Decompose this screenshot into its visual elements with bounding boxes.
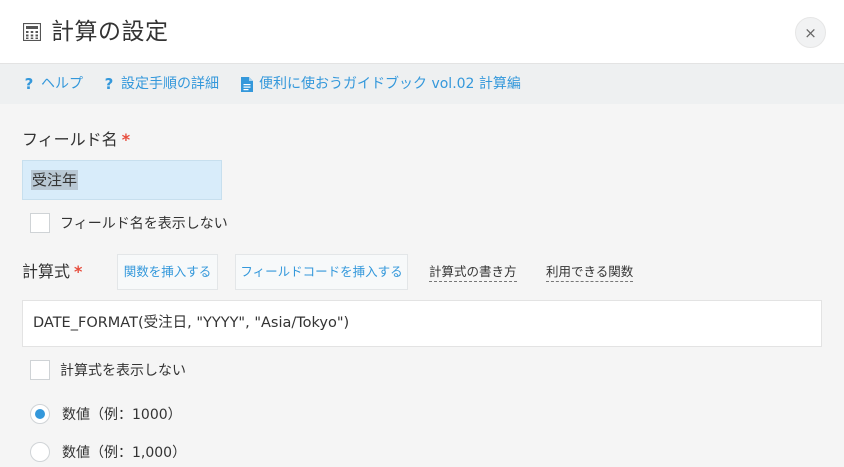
question-icon: ? <box>24 75 34 93</box>
required-mark: * <box>121 130 131 149</box>
setup-details-label: 設定手順の詳細 <box>121 76 219 92</box>
checkbox-box[interactable] <box>30 360 50 380</box>
field-name-value: 受注年 <box>31 170 79 190</box>
insert-field-code-button[interactable]: フィールドコードを挿入する <box>235 254 408 290</box>
help-link[interactable]: ? ヘルプ <box>23 75 83 93</box>
document-icon <box>241 76 253 92</box>
guidebook-link[interactable]: 便利に使おうガイドブック vol.02 計算編 <box>241 75 521 93</box>
dialog-title: 計算の設定 <box>51 19 169 45</box>
help-bar: ? ヘルプ ? 設定手順の詳細 便利に使おうガイドブック vol.02 計算編 <box>0 64 844 104</box>
formula-label: 計算式 * <box>22 261 82 283</box>
hide-formula-label: 計算式を表示しない <box>60 363 186 379</box>
close-button[interactable]: × <box>795 17 826 48</box>
hide-formula-checkbox[interactable]: 計算式を表示しない <box>30 360 186 380</box>
checkbox-box[interactable] <box>30 213 50 233</box>
format-option-label: 数値（例：1,000） <box>62 445 187 461</box>
radio-button-selected[interactable] <box>30 404 50 424</box>
radio-button[interactable] <box>30 442 50 462</box>
field-name-input[interactable]: 受注年 <box>22 160 222 200</box>
question-icon: ? <box>104 75 114 93</box>
formula-help-link[interactable]: 計算式の書き方 <box>429 263 517 282</box>
hide-field-name-checkbox[interactable]: フィールド名を表示しない <box>30 213 228 233</box>
field-name-label: フィールド名 * <box>22 129 130 151</box>
field-name-label-text: フィールド名 <box>22 130 118 149</box>
formula-label-text: 計算式 <box>22 262 71 281</box>
close-icon: × <box>804 23 817 42</box>
guidebook-label: 便利に使おうガイドブック vol.02 計算編 <box>259 76 521 92</box>
insert-function-button[interactable]: 関数を挿入する <box>117 254 218 290</box>
available-functions-link[interactable]: 利用できる関数 <box>546 263 634 282</box>
format-option-number[interactable]: 数値（例：1000） <box>30 404 182 424</box>
dialog-header: 計算の設定 × <box>0 0 844 64</box>
hide-field-name-label: フィールド名を表示しない <box>60 216 228 232</box>
formula-input[interactable]: DATE_FORMAT(受注日, "YYYY", "Asia/Tokyo") <box>22 300 822 347</box>
format-option-label: 数値（例：1000） <box>62 407 182 423</box>
required-mark: * <box>74 262 83 281</box>
calculator-icon <box>23 23 41 41</box>
help-link-label: ヘルプ <box>41 76 83 92</box>
format-option-number-comma[interactable]: 数値（例：1,000） <box>30 442 186 462</box>
setup-details-link[interactable]: ? 設定手順の詳細 <box>103 75 219 93</box>
